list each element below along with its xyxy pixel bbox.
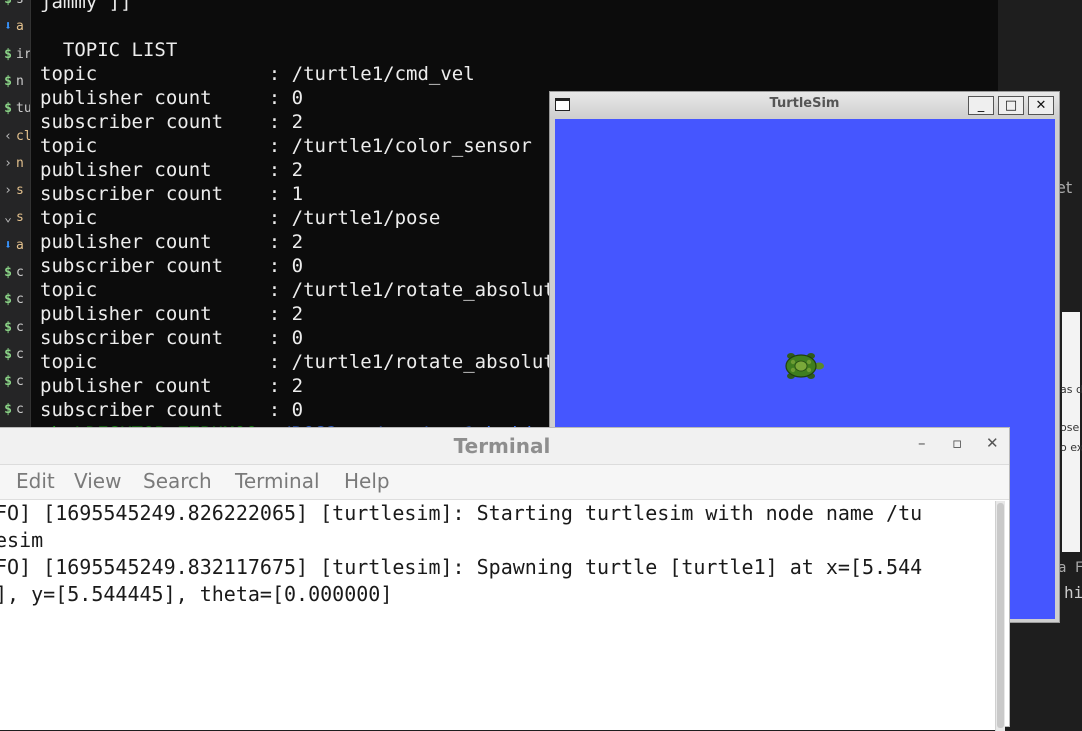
- turtlesim-titlebar[interactable]: TurtleSim _ □ ✕: [550, 92, 1059, 118]
- sidebar-item-label: c: [16, 319, 24, 335]
- sidebar-item-label: c: [16, 374, 24, 390]
- terminal-scrollbar[interactable]: [995, 501, 1005, 731]
- sidebar-item-label: n: [16, 73, 24, 89]
- sidebar-item[interactable]: $c: [0, 370, 30, 394]
- sidebar-item-label: cli: [16, 128, 30, 144]
- terminal-line: topic : /turtle1/rotate_absolute: [40, 351, 567, 373]
- maximize-button[interactable]: □: [998, 96, 1024, 115]
- menu-search[interactable]: Search: [143, 469, 212, 493]
- maximize-button[interactable]: ▫: [952, 434, 962, 452]
- sidebar-item-label: n: [16, 155, 24, 171]
- chevron-icon: ‹: [4, 128, 12, 144]
- sidebar-item[interactable]: ⌄ s: [0, 206, 30, 230]
- terminal-icon: $: [4, 374, 12, 390]
- download-icon: ⬇: [4, 237, 12, 253]
- terminal-titlebar[interactable]: Terminal – ▫ ✕: [0, 428, 1009, 465]
- sidebar-item-label: a: [16, 237, 24, 253]
- chevron-icon: ⌄: [4, 210, 12, 226]
- sidebar-item-label: s: [16, 210, 24, 226]
- sidebar-item-label: s: [16, 183, 24, 199]
- close-button[interactable]: ✕: [1028, 96, 1054, 115]
- sidebar-item[interactable]: $ ir: [0, 43, 30, 67]
- terminal-output[interactable]: FO] [1695545249.826222065] [turtlesim]: …: [0, 500, 995, 730]
- sidebar-item-label: ir: [16, 46, 30, 62]
- minimize-button[interactable]: –: [918, 434, 926, 452]
- terminal-icon: $: [4, 401, 12, 417]
- sidebar-item[interactable]: ‹ cli: [0, 125, 30, 149]
- editor-text-fragment: hi: [1064, 583, 1082, 602]
- sidebar-item[interactable]: ⬇ a: [0, 15, 30, 39]
- terminal-line: topic : /turtle1/color_sensor: [40, 135, 532, 157]
- close-button[interactable]: ✕: [986, 434, 999, 452]
- scrollbar-thumb[interactable]: [997, 503, 1004, 728]
- output-line: FO] [1695545249.832117675] [turtlesim]: …: [0, 555, 923, 579]
- terminal-line: publisher count : 2: [40, 159, 304, 181]
- turtle-icon: [785, 353, 824, 379]
- sidebar-item-label: s: [16, 0, 24, 7]
- terminal-line: subscriber count : 0: [40, 327, 304, 349]
- sidebar-item[interactable]: $c: [0, 398, 30, 422]
- editor-text-fragment: ose: [1060, 421, 1080, 434]
- menu-terminal[interactable]: Terminal: [235, 469, 320, 493]
- sidebar-item[interactable]: ⬇ a: [0, 234, 30, 258]
- sidebar-item[interactable]: $ tu: [0, 97, 30, 121]
- terminal-line: topic : /turtle1/pose: [40, 207, 441, 229]
- sidebar-item[interactable]: $c: [0, 316, 30, 340]
- sidebar-item[interactable]: › s: [0, 179, 30, 203]
- sidebar-item[interactable]: $c: [0, 288, 30, 312]
- output-line: ], y=[5.544445], theta=[0.000000]: [0, 582, 393, 606]
- sidebar-item-label: a: [16, 19, 24, 35]
- output-line: esim: [0, 528, 44, 552]
- terminal-line: topic : /turtle1/rotate_absolute: [40, 279, 567, 301]
- sidebar-item[interactable]: $ n: [0, 70, 30, 94]
- terminal-icon: $: [4, 46, 12, 62]
- terminal-line: publisher count : 2: [40, 375, 304, 397]
- output-line: FO] [1695545249.826222065] [turtlesim]: …: [0, 501, 923, 525]
- menu-edit[interactable]: Edit: [16, 469, 55, 493]
- terminal-icon: $: [4, 265, 12, 280]
- sidebar-item[interactable]: › n: [0, 152, 30, 176]
- terminal-icon: $: [4, 101, 12, 117]
- chevron-icon: ›: [4, 155, 12, 171]
- terminal-icon: $: [4, 292, 12, 308]
- terminal-line: TOPIC LIST: [40, 39, 178, 61]
- editor-text-fragment: o ex: [1060, 441, 1082, 454]
- sidebar-item-label: c: [16, 346, 24, 362]
- terminal-icon: $: [4, 319, 12, 335]
- menu-view[interactable]: View: [74, 469, 121, 493]
- terminal-line: topic : /turtle1/cmd_vel: [40, 63, 475, 85]
- sidebar-item-label: c: [16, 292, 24, 308]
- sidebar-item[interactable]: $s: [0, 0, 30, 12]
- terminal-line: jammy ]]: [40, 0, 132, 13]
- minimize-button[interactable]: _: [968, 96, 994, 115]
- terminal-line: subscriber count : 1: [40, 183, 304, 205]
- terminal-line: subscriber count : 0: [40, 255, 304, 277]
- terminal-line: publisher count : 2: [40, 303, 304, 325]
- terminal-line: subscriber count : 2: [40, 111, 304, 133]
- terminal-line: subscriber count : 0: [40, 399, 304, 421]
- sidebar-item[interactable]: $c: [0, 261, 30, 285]
- sidebar-item-label: c: [16, 401, 24, 417]
- terminal-line: publisher count : 2: [40, 231, 304, 253]
- terminal-icon: $: [0, 0, 16, 12]
- terminal-icon: $: [4, 73, 12, 89]
- terminal-window[interactable]: Terminal – ▫ ✕ Edit View Search Terminal…: [0, 427, 1010, 731]
- menu-help[interactable]: Help: [344, 469, 390, 493]
- sidebar-item-label: c: [16, 265, 24, 280]
- terminal-menubar: Edit View Search Terminal Help: [0, 465, 1009, 500]
- terminal-title: Terminal: [453, 434, 551, 458]
- editor-text-fragment: a F: [1058, 560, 1082, 576]
- chevron-icon: ›: [4, 183, 12, 199]
- sidebar-item[interactable]: $c: [0, 343, 30, 367]
- download-icon: ⬇: [4, 19, 12, 35]
- sidebar-item-label: tu: [16, 101, 30, 117]
- terminal-line: publisher count : 0: [40, 87, 304, 109]
- editor-text-fragment: as d: [1060, 383, 1082, 396]
- terminal-icon: $: [4, 346, 12, 362]
